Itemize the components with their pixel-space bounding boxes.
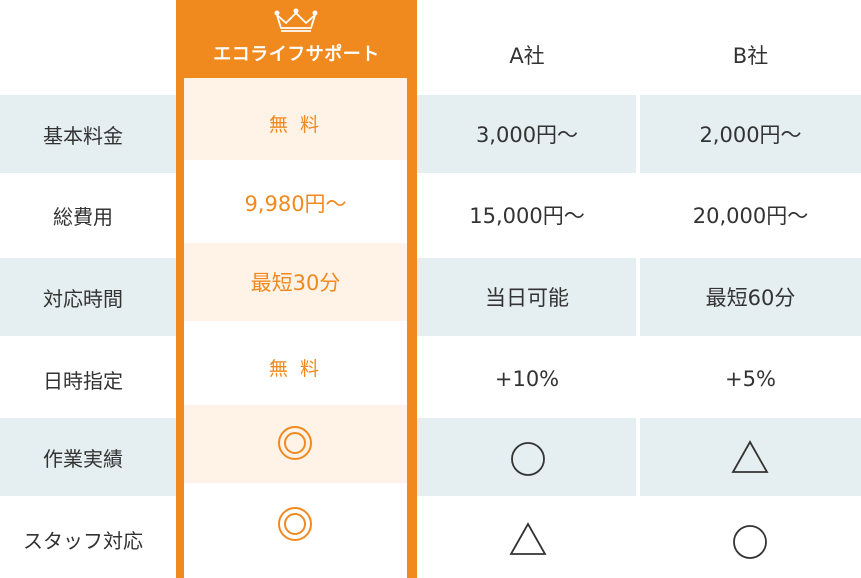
- company-a-response-time: 当日可能: [485, 286, 569, 310]
- row-label-response-time: 対応時間: [43, 286, 123, 311]
- company-a-base-fee: 3,000円〜: [475, 123, 579, 147]
- row-label-track-record: 作業実績: [43, 446, 123, 471]
- company-b-date-time: +5%: [725, 367, 776, 391]
- featured-base-fee: 無 料: [268, 113, 323, 136]
- circle-icon: [733, 525, 767, 559]
- triangle-icon: [509, 522, 547, 555]
- crown-icon: [274, 8, 318, 32]
- circle-icon: [511, 442, 545, 476]
- header-company-b: B社: [732, 44, 769, 68]
- double-circle-icon: [278, 426, 312, 460]
- featured-date-time: 無 料: [268, 357, 323, 380]
- company-a-total-cost: 15,000円〜: [469, 204, 585, 228]
- triangle-icon: [731, 440, 769, 473]
- row-label-total-cost: 総費用: [53, 204, 113, 229]
- featured-total-cost: 9,980円〜: [244, 192, 347, 216]
- row-label-base-fee: 基本料金: [43, 123, 123, 148]
- double-circle-icon: [278, 507, 312, 541]
- row-label-date-time: 日時指定: [43, 368, 123, 393]
- company-b-base-fee: 2,000円〜: [699, 123, 802, 147]
- featured-company-name: エコライフサポート: [213, 44, 380, 65]
- company-b-total-cost: 20,000円〜: [692, 204, 809, 228]
- company-a-date-time: +10%: [494, 367, 560, 391]
- company-b-response-time: 最短60分: [705, 286, 796, 310]
- header-company-a: A社: [509, 44, 545, 68]
- featured-response-time: 最短30分: [250, 271, 341, 295]
- row-label-staff-service: スタッフ対応: [23, 528, 143, 553]
